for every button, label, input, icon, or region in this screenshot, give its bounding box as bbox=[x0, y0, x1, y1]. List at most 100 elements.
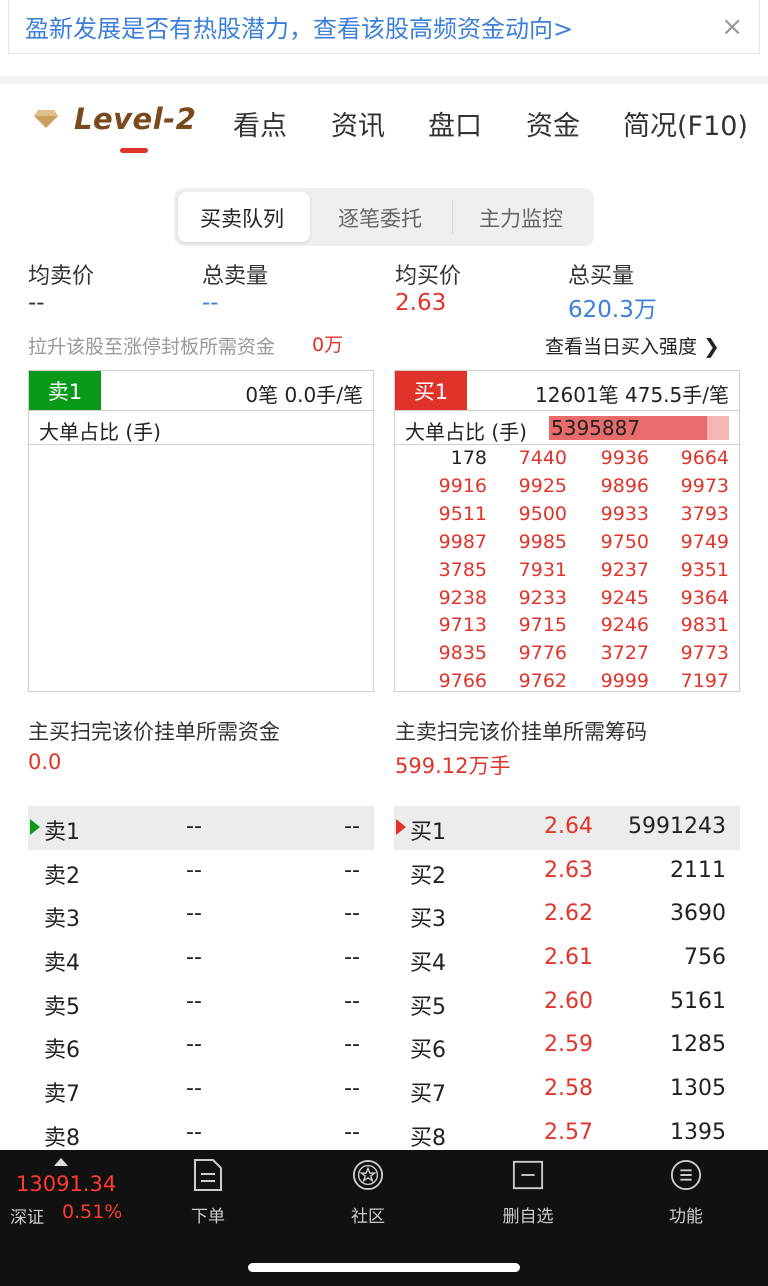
buy-level-row[interactable]: 买4 2.61 756 bbox=[394, 937, 740, 981]
queue-order-volume: 9245 bbox=[600, 586, 649, 609]
queue-order-volume: 9973 bbox=[680, 474, 729, 497]
sell-level-volume: -- bbox=[344, 945, 360, 971]
buy-level-volume: 3690 bbox=[670, 901, 726, 927]
buy-level-name: 买2 bbox=[410, 863, 446, 889]
home-indicator[interactable] bbox=[248, 1263, 520, 1272]
queue-order-volume: 3793 bbox=[680, 502, 729, 525]
community-button[interactable]: 社区 bbox=[308, 1158, 428, 1227]
buy-level-row[interactable]: 买7 2.58 1305 bbox=[394, 1068, 740, 1112]
order-button-label[interactable]: 下单 bbox=[148, 1202, 268, 1227]
avg-sell-value: -- bbox=[28, 290, 45, 316]
buy-level-volume: 5991243 bbox=[628, 814, 726, 839]
tab-funds[interactable]: 资金 bbox=[526, 104, 580, 143]
queue-order-volume: 9916 bbox=[438, 474, 487, 497]
queue-order-volume: 9664 bbox=[680, 447, 729, 469]
queue-order-volume: 9749 bbox=[680, 530, 729, 553]
tab-kandian[interactable]: 看点 bbox=[233, 104, 287, 143]
buy-level-row[interactable]: 买3 2.62 3690 bbox=[394, 893, 740, 937]
sell-level-name: 卖1 bbox=[44, 820, 80, 845]
queue-order-volume: 9715 bbox=[518, 614, 567, 637]
functions-button[interactable]: 功能 bbox=[626, 1158, 746, 1227]
sell-level-row[interactable]: 卖3 -- -- bbox=[28, 893, 374, 937]
tab-profile-f10[interactable]: 简况(F10) bbox=[623, 104, 748, 143]
sell1-tag: 卖1 bbox=[29, 371, 101, 410]
index-change-pct: 0.51% bbox=[62, 1201, 123, 1223]
avg-buy-value: 2.63 bbox=[395, 290, 447, 316]
buy-level-price: 2.62 bbox=[544, 901, 593, 927]
segment-main-force[interactable]: 主力监控 bbox=[479, 203, 563, 233]
sell-level-name: 卖4 bbox=[44, 951, 80, 977]
queue-order-volume: 9936 bbox=[600, 447, 649, 469]
segment-divider bbox=[452, 200, 453, 234]
buy-queue-panel: 买1 12601笔 475.5手/笔 大单占比 (手) 5395887 178 7… bbox=[394, 370, 740, 692]
sell-queue-panel: 卖1 0笔 0.0手/笔 大单占比 (手) bbox=[28, 370, 374, 692]
queue-order-volume: 3727 bbox=[600, 642, 649, 665]
buy-level-row[interactable]: 买8 2.57 1395 bbox=[394, 1112, 740, 1156]
sell-level-row[interactable]: 卖6 -- -- bbox=[28, 1024, 374, 1068]
close-icon[interactable]: × bbox=[721, 12, 743, 42]
buy-level-volume: 1285 bbox=[670, 1032, 726, 1058]
queue-order-volume: 7931 bbox=[518, 558, 567, 581]
buy-strength-link[interactable]: 查看当日买入强度 ❯ bbox=[545, 332, 720, 359]
top-nav: Level-2 看点 资讯 盘口 资金 简况(F10) bbox=[0, 96, 768, 156]
buy-level-row[interactable]: 买1 2.64 5991243 bbox=[394, 806, 740, 850]
buy-level-row[interactable]: 买2 2.63 2111 bbox=[394, 850, 740, 894]
queue-order-volume: 9999 bbox=[600, 670, 649, 693]
index-name: 深证 bbox=[10, 1208, 44, 1228]
total-sell-value: -- bbox=[202, 290, 219, 316]
queue-order-volume: 9925 bbox=[518, 474, 567, 497]
remove-watchlist-label[interactable]: 删自选 bbox=[468, 1202, 588, 1227]
sell-level-name: 卖6 bbox=[44, 1038, 80, 1064]
remove-watchlist-button[interactable]: 删自选 bbox=[468, 1158, 588, 1227]
current-level-marker-icon bbox=[30, 819, 40, 835]
sell-level-row[interactable]: 卖5 -- -- bbox=[28, 981, 374, 1025]
sell-level-row[interactable]: 卖1 -- -- bbox=[28, 806, 374, 850]
buy-level-name: 买8 bbox=[410, 1125, 446, 1151]
queue-order-volume: 178 bbox=[450, 447, 487, 469]
queue-order-volume: 9835 bbox=[438, 642, 487, 665]
sell-level-row[interactable]: 卖7 -- -- bbox=[28, 1068, 374, 1112]
sell-level-price: -- bbox=[186, 1119, 202, 1145]
sell-level-volume: -- bbox=[344, 1076, 360, 1102]
community-button-label[interactable]: 社区 bbox=[308, 1202, 428, 1227]
sell-level-row[interactable]: 卖2 -- -- bbox=[28, 850, 374, 894]
level2-tab[interactable]: Level-2 bbox=[74, 102, 196, 136]
buy-level-name: 买3 bbox=[410, 907, 446, 933]
buy-level-row[interactable]: 买6 2.59 1285 bbox=[394, 1024, 740, 1068]
sweep-sell-value: 599.12万手 bbox=[395, 754, 511, 778]
tab-news[interactable]: 资讯 bbox=[331, 104, 385, 143]
sell-level-name: 卖7 bbox=[44, 1082, 80, 1108]
sell-level-volume: -- bbox=[344, 901, 360, 927]
expand-up-icon[interactable] bbox=[54, 1158, 68, 1166]
total-sell-label: 总卖量 bbox=[202, 264, 269, 289]
sell-big-order-label: 大单占比 (手) bbox=[39, 420, 161, 444]
tab-order-book[interactable]: 盘口 bbox=[428, 104, 482, 143]
buy-level-volume: 2111 bbox=[670, 857, 726, 883]
buy-strength-link-text[interactable]: 查看当日买入强度 bbox=[545, 336, 697, 358]
promo-banner-text[interactable]: 盈新发展是否有热股潜力，查看该股高频资金动向> bbox=[25, 9, 573, 44]
functions-button-label[interactable]: 功能 bbox=[626, 1202, 746, 1227]
buy1-info: 12601笔 475.5手/笔 bbox=[535, 383, 729, 407]
queue-order-volume: 7197 bbox=[680, 670, 729, 693]
promo-banner[interactable]: 盈新发展是否有热股潜力，查看该股高频资金动向> × bbox=[8, 0, 760, 54]
chevron-right-icon[interactable]: ❯ bbox=[703, 334, 720, 358]
queue-order-volume: 9766 bbox=[438, 670, 487, 693]
sell-levels: 卖1 -- -- 卖2 -- -- 卖3 -- -- 卖4 -- -- 卖5 -- -- 卖6 -- -- 卖7 --… bbox=[28, 806, 374, 1156]
buy-level-row[interactable]: 买5 2.60 5161 bbox=[394, 981, 740, 1025]
queue-order-volume: 9985 bbox=[518, 530, 567, 553]
segment-order-by-order[interactable]: 逐笔委托 bbox=[338, 203, 422, 233]
sell-level-name: 卖5 bbox=[44, 994, 80, 1020]
index-value[interactable]: 13091.34 bbox=[16, 1172, 116, 1196]
avg-buy-label: 均买价 bbox=[395, 264, 462, 289]
sell-level-row[interactable]: 卖4 -- -- bbox=[28, 937, 374, 981]
queue-order-volume: 9237 bbox=[600, 558, 649, 581]
big-order-ratio-bar: 5395887 bbox=[549, 416, 729, 440]
sell-level-row[interactable]: 卖8 -- -- bbox=[28, 1112, 374, 1156]
buy-level-volume: 1305 bbox=[670, 1076, 726, 1102]
queue-order-volume: 9351 bbox=[680, 558, 729, 581]
segment-bid-ask-queue[interactable]: 买卖队列 bbox=[200, 203, 284, 233]
queue-order-volume: 9238 bbox=[438, 586, 487, 609]
buy-level-price: 2.61 bbox=[544, 945, 593, 971]
order-button[interactable]: 下单 bbox=[148, 1158, 268, 1227]
sell-level-volume: -- bbox=[344, 1032, 360, 1058]
